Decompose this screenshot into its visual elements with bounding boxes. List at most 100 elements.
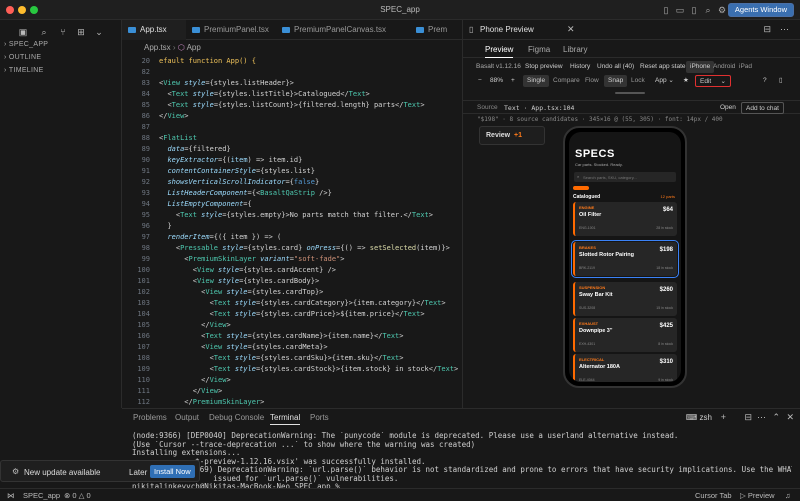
source-control-icon[interactable]: ⑂ [57,26,69,38]
toggle-aux-icon[interactable]: ▯ [688,4,700,16]
add-terminal-icon[interactable]: + [721,412,726,422]
filter-chip-all[interactable] [573,186,589,190]
editor-tabs: App.tsx PremiumPanel.tsx PremiumPanelCan… [122,20,462,40]
terminal-shell[interactable]: ⌨ zsh [686,413,712,422]
add-to-chat-button[interactable]: Add to chat [741,102,784,114]
open-button[interactable]: Open [716,102,740,114]
gear-icon[interactable]: ⚙ [716,4,728,16]
card-stock: 8 in stock [658,342,673,346]
more-icon[interactable]: ⋯ [757,412,766,423]
phone-preview-pane: ▯ Phone Preview ✕ ⊟ ⋯ Preview Figma Libr… [462,20,800,408]
errors-indicator[interactable]: ⊗ 0 △ 0 [64,491,91,500]
tab-terminal[interactable]: Terminal [270,413,301,425]
tab-figma[interactable]: Figma [528,45,550,54]
part-card[interactable]: SUSPENSION Sway Bar Kit SUS-3208 $260 15… [573,282,677,316]
line-number: 90 [141,156,150,164]
agents-window-button[interactable]: Agents Window [727,3,794,17]
chevron-down-icon[interactable]: ⌄ [93,26,105,38]
search-icon[interactable]: ⌕ [38,26,50,38]
tab-debug-console[interactable]: Debug Console [209,413,264,422]
breadcrumb-file[interactable]: App.tsx [144,43,171,52]
app-logo: SPECS [575,148,615,160]
line-number: 103 [137,299,150,307]
files-icon[interactable]: ▣ [17,26,29,38]
cursor-tab-status[interactable]: Cursor Tab [695,491,732,500]
tab-problems[interactable]: Problems [133,413,167,422]
tab-premium-panel-canvas[interactable]: PremiumPanelCanvas.tsx [276,20,410,40]
split-terminal-icon[interactable]: ⊟ [744,412,752,423]
code-editor[interactable]: efault function App() { <View style={sty… [159,56,459,406]
tab-output[interactable]: Output [175,413,199,422]
card-name: Alternator 180A [579,364,620,370]
tab-ports[interactable]: Ports [310,413,329,422]
section-spec-app[interactable]: › SPEC_APP [4,41,48,48]
help-button[interactable]: ? [759,75,771,87]
breadcrumb-symbol[interactable]: App [187,43,201,52]
snap-toggle[interactable]: Snap [604,75,628,87]
split-editor-icon[interactable]: ⊟ [763,24,771,35]
tab-preview[interactable]: Preview [485,45,514,58]
part-card-selected[interactable]: BRAKES Slotted Rotor Pairing BRK-2119 $1… [571,240,679,278]
search-icon[interactable]: ⌕ [702,4,714,16]
later-button[interactable]: Later [129,468,147,477]
mode-compare[interactable]: Compare [549,75,584,87]
terminal-line: (node:9366) [DEP0040] DeprecationWarning… [132,432,679,440]
tab-app-tsx[interactable]: App.tsx [122,20,186,40]
undo-all-button[interactable]: Undo all (40) [593,61,638,73]
part-card[interactable]: ELECTRICAL Alternator 180A ELE-4044 $310… [573,354,677,382]
mode-flow[interactable]: Flow [581,75,603,87]
bottom-panel: Problems Output Debug Console Terminal P… [122,408,800,491]
edit-dropdown[interactable]: Edit ⌄ [695,75,731,87]
gear-icon: ⚙ [12,467,20,476]
part-card[interactable]: ENGINE Oil Filter ENG-1001 $64 28 in sto… [573,202,677,236]
device-ipad[interactable]: iPad [735,61,756,73]
close-icon[interactable]: ✕ [786,412,794,423]
tab-library[interactable]: Library [563,45,587,54]
mode-single[interactable]: Single [523,75,550,87]
section-timeline[interactable]: › TIMELINE [4,67,44,74]
list-title: Catalogued [573,194,601,200]
drag-handle[interactable] [615,92,645,94]
lock-toggle[interactable]: Lock [627,75,649,87]
phone-icon: ▯ [469,25,474,34]
preview-title[interactable]: Phone Preview [480,25,534,34]
reset-app-state-button[interactable]: Reset app state [636,61,690,73]
review-box[interactable]: Review +1 [479,126,545,145]
bell-icon[interactable]: ♫ [785,491,791,500]
source-file[interactable]: Text · App.tsx:104 [500,102,578,114]
workspace-name[interactable]: SPEC_app [23,491,60,500]
card-name: Oil Filter [579,212,602,218]
maximize-panel-icon[interactable]: ⌃ [772,412,780,423]
section-outline[interactable]: › OUTLINE [4,54,41,61]
tab-prem[interactable]: Prem [410,20,462,40]
card-stock: 15 in stock [656,306,673,310]
line-number: 20 [141,57,150,65]
line-number: 111 [137,387,150,395]
toggle-panel-icon[interactable]: ▭ [674,4,686,16]
close-icon[interactable]: ✕ [567,24,575,35]
search-icon: ⌕ [577,174,580,179]
preview-status[interactable]: ▷ Preview [740,491,775,500]
sidebar-toggle-icon[interactable]: ▯ [775,75,787,87]
tab-premium-panel[interactable]: PremiumPanel.tsx [186,20,276,40]
remote-icon[interactable]: ⋈ [7,491,15,500]
app-dropdown[interactable]: App ⌄ [651,75,678,87]
search-input[interactable]: ⌕ Search parts, SKU, category... [574,172,676,182]
toggle-sidebar-icon[interactable]: ▯ [660,4,672,16]
install-now-button[interactable]: Install Now [150,465,195,478]
history-button[interactable]: History [566,61,594,73]
extensions-icon[interactable]: ⊞ [75,26,87,38]
terminal-output[interactable]: (node:9366) [DEP0040] DeprecationWarning… [132,432,792,491]
status-bar-phone [569,132,681,142]
part-card[interactable]: EXHAUST Downpipe 3" EXH-4301 $425 8 in s… [573,318,677,352]
zoom-out-button[interactable]: − [474,75,486,87]
phone-screen[interactable]: SPECS Car parts. Stocked. Ready. ⌕ Searc… [569,132,681,382]
more-icon[interactable]: ⋯ [780,24,789,35]
terminal-line: 169) DeprecationWarning: `url.parse()` b… [132,466,792,474]
star-icon[interactable]: ★ [679,75,693,87]
card-price: $425 [659,323,673,329]
review-count: +1 [514,132,522,139]
zoom-in-button[interactable]: + [507,75,519,87]
stop-preview-button[interactable]: Stop preview [521,61,567,73]
card-price: $310 [659,359,673,365]
